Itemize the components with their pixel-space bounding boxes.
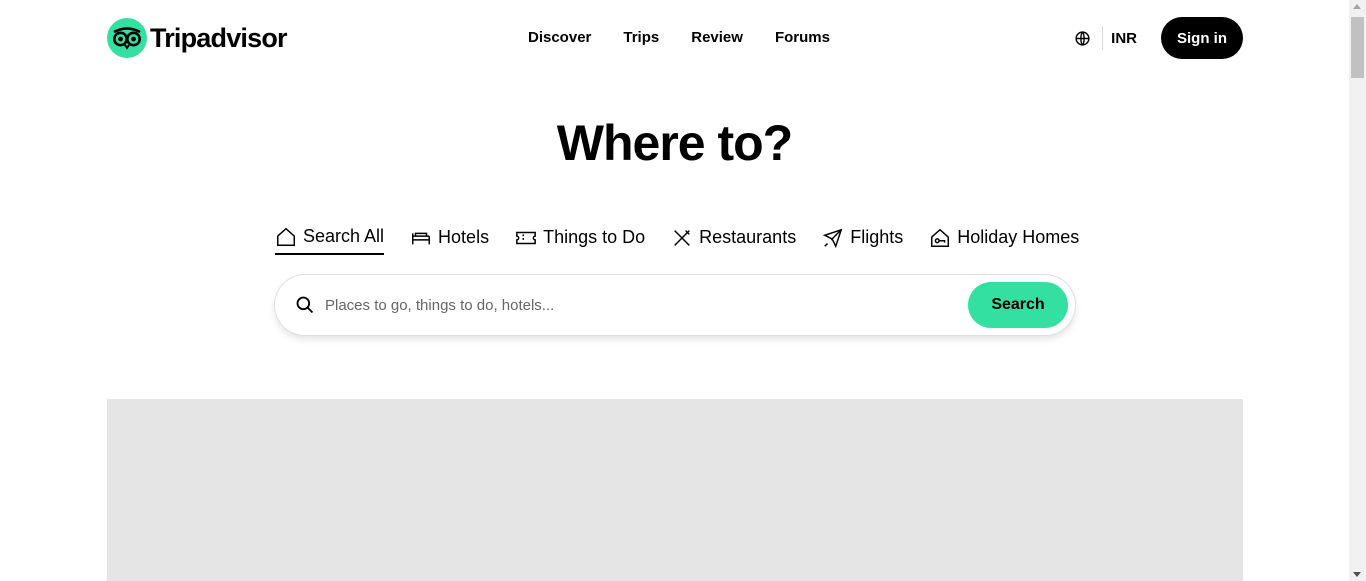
nav-trips[interactable]: Trips xyxy=(607,27,675,48)
tab-search-all[interactable]: Search All xyxy=(275,220,385,255)
page-title: Where to? xyxy=(556,115,793,171)
main-nav: Discover Trips Review Forums xyxy=(512,27,846,48)
currency-selector[interactable]: INR xyxy=(1111,30,1137,47)
tripadvisor-logo[interactable]: Tripadvisor xyxy=(107,18,288,58)
ticket-icon xyxy=(515,227,537,249)
search-button[interactable]: Search xyxy=(968,282,1068,328)
scroll-up-arrow-icon[interactable] xyxy=(1353,4,1361,9)
nav-review[interactable]: Review xyxy=(675,27,759,48)
hero-image-placeholder xyxy=(107,399,1243,581)
tab-label: Holiday Homes xyxy=(957,227,1080,247)
scroll-thumb[interactable] xyxy=(1351,17,1364,78)
globe-icon[interactable] xyxy=(1072,28,1092,48)
site-header: Tripadvisor Discover Trips Review Forums… xyxy=(0,0,1349,76)
tab-label: Search All xyxy=(303,226,385,246)
cutlery-icon xyxy=(671,227,693,249)
tab-restaurants[interactable]: Restaurants xyxy=(671,220,796,255)
nav-discover[interactable]: Discover xyxy=(512,27,607,48)
search-category-tabs: Search All Hotels Things to Do Restauran… xyxy=(275,220,1105,255)
search-bar: Search xyxy=(275,275,1075,335)
scroll-down-arrow-icon[interactable] xyxy=(1353,572,1361,577)
tab-hotels[interactable]: Hotels xyxy=(410,220,489,255)
house-key-icon xyxy=(929,227,951,249)
tab-label: Hotels xyxy=(438,227,490,247)
tab-holiday-homes[interactable]: Holiday Homes xyxy=(929,220,1079,255)
owl-logo-icon xyxy=(107,18,147,58)
tab-label: Flights xyxy=(850,227,904,247)
header-actions: INR Sign in xyxy=(1072,17,1243,59)
tab-things-to-do[interactable]: Things to Do xyxy=(515,220,645,255)
search-icon xyxy=(294,294,316,316)
brand-name: Tripadvisor xyxy=(150,22,288,53)
page-scrollbar[interactable] xyxy=(1349,0,1366,581)
home-icon xyxy=(275,226,297,248)
bed-icon xyxy=(410,227,432,249)
tab-label: Things to Do xyxy=(543,227,646,247)
search-input[interactable] xyxy=(325,275,968,335)
tab-label: Restaurants xyxy=(699,227,797,247)
tab-flights[interactable]: Flights xyxy=(822,220,903,255)
header-divider xyxy=(1102,26,1104,50)
sign-in-button[interactable]: Sign in xyxy=(1161,17,1243,59)
plane-icon xyxy=(822,227,844,249)
nav-forums[interactable]: Forums xyxy=(759,27,846,48)
